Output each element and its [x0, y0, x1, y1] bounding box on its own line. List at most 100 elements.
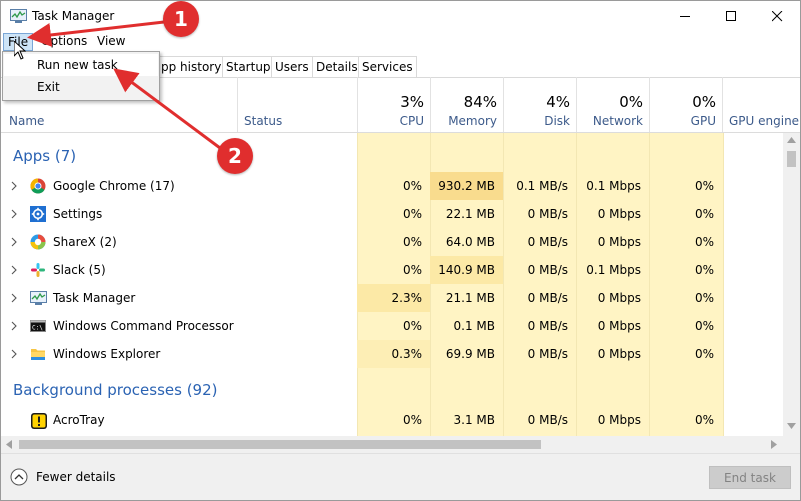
close-button[interactable]: [754, 1, 800, 31]
cell-gpu: 0%: [694, 291, 714, 305]
horizontal-scroll-thumb[interactable]: [19, 440, 541, 449]
scroll-right-icon[interactable]: [771, 440, 777, 449]
process-table: Apps (7) Google Chrome (17) 0% 930.2 MB 0.1…: [1, 133, 782, 436]
column-disk-label: Disk: [544, 114, 570, 128]
scrollbar-corner: [783, 436, 800, 453]
tab-startup[interactable]: Startup: [222, 56, 275, 77]
folder-icon: [30, 346, 46, 362]
table-row[interactable]: Google Chrome (17) 0% 930.2 MB 0.1 MB/s 0.1 …: [1, 172, 782, 200]
mouse-cursor-icon: [14, 41, 26, 60]
column-status-label: Status: [244, 114, 283, 128]
network-total: 0%: [619, 93, 643, 111]
cell-cpu: 0%: [402, 235, 422, 249]
column-memory-label: Memory: [448, 114, 497, 128]
cell-gpu: 0%: [694, 207, 714, 221]
cell-gpu: 0%: [694, 235, 714, 249]
chevron-up-circle-icon[interactable]: [10, 468, 28, 486]
fewer-details-link[interactable]: Fewer details: [36, 470, 116, 484]
menu-options[interactable]: Options: [37, 32, 91, 50]
cell-gpu: 0%: [694, 413, 714, 427]
chevron-right-icon[interactable]: [9, 209, 19, 219]
maximize-button[interactable]: [708, 1, 754, 31]
process-name: AcroTray: [53, 413, 105, 427]
sharex-icon: [30, 234, 46, 250]
cell-disk: 0 MB/s: [527, 207, 568, 221]
chrome-icon: [30, 178, 46, 194]
column-gpu-engine[interactable]: GPU engine: [722, 77, 800, 132]
vertical-scroll-thumb[interactable]: [787, 151, 796, 167]
process-name: Task Manager: [53, 291, 136, 305]
process-name: ShareX (2): [53, 235, 117, 249]
maximize-icon: [725, 10, 736, 21]
tab-services[interactable]: Services: [358, 56, 417, 77]
column-network-label: Network: [592, 114, 643, 128]
cell-gpu: 0%: [694, 319, 714, 333]
cell-disk: 0 MB/s: [527, 235, 568, 249]
tab-details[interactable]: Details: [312, 56, 362, 77]
table-row[interactable]: Task Manager 2.3% 21.1 MB 0 MB/s 0 Mbps 0%: [1, 284, 782, 312]
table-row[interactable]: AcroTray 0% 3.1 MB 0 MB/s 0 Mbps 0%: [1, 406, 782, 434]
scroll-left-icon[interactable]: [6, 440, 12, 449]
annotation-badge-1: 1: [163, 1, 199, 37]
column-cpu[interactable]: 3% CPU: [357, 77, 430, 132]
column-network[interactable]: 0% Network: [576, 77, 649, 132]
cell-network: 0 Mbps: [597, 207, 641, 221]
cell-disk: 0 MB/s: [527, 319, 568, 333]
process-name: Windows Command Processor: [53, 319, 234, 333]
cell-memory: 21.1 MB: [445, 291, 495, 305]
column-memory[interactable]: 84% Memory: [430, 77, 503, 132]
tab-users[interactable]: Users: [271, 56, 313, 77]
cpu-total: 3%: [400, 93, 424, 111]
chevron-right-icon[interactable]: [9, 265, 19, 275]
window-title: Task Manager: [32, 9, 115, 23]
table-row[interactable]: Windows Explorer 0.3% 69.9 MB 0 MB/s 0 Mbps 0…: [1, 340, 782, 368]
cell-gpu: 0%: [694, 179, 714, 193]
menu-item-exit[interactable]: Exit: [4, 76, 158, 98]
horizontal-scrollbar[interactable]: [1, 436, 783, 453]
task-manager-app-icon: [10, 9, 27, 23]
column-gpu-label: GPU: [690, 114, 716, 128]
title-bar[interactable]: Task Manager: [1, 1, 800, 31]
cell-memory: 64.0 MB: [445, 235, 495, 249]
column-disk[interactable]: 4% Disk: [503, 77, 576, 132]
group-header-apps[interactable]: Apps (7): [1, 140, 782, 172]
menu-item-run-new-task[interactable]: Run new task: [4, 54, 158, 76]
table-row[interactable]: ShareX (2) 0% 64.0 MB 0 MB/s 0 Mbps 0%: [1, 228, 782, 256]
group-title-background: Background processes (92): [13, 381, 218, 399]
cell-disk: 0 MB/s: [527, 413, 568, 427]
column-gpu-engine-label: GPU engine: [729, 114, 800, 128]
scroll-up-icon[interactable]: [787, 137, 796, 143]
cell-memory: 22.1 MB: [445, 207, 495, 221]
cell-disk: 0 MB/s: [527, 347, 568, 361]
cell-network: 0 Mbps: [597, 235, 641, 249]
chevron-right-icon[interactable]: [9, 321, 19, 331]
scroll-down-icon[interactable]: [787, 423, 796, 429]
disk-total: 4%: [546, 93, 570, 111]
cell-disk: 0.1 MB/s: [516, 179, 568, 193]
cell-disk: 0 MB/s: [527, 263, 568, 277]
cell-network: 0 Mbps: [597, 319, 641, 333]
cell-gpu: 0%: [694, 263, 714, 277]
chevron-right-icon[interactable]: [9, 181, 19, 191]
gpu-total: 0%: [692, 93, 716, 111]
task-manager-icon: [30, 290, 47, 306]
chevron-right-icon[interactable]: [9, 237, 19, 247]
chevron-right-icon[interactable]: [9, 293, 19, 303]
end-task-button[interactable]: End task: [709, 466, 791, 489]
slack-icon: [30, 262, 46, 278]
column-status[interactable]: Status: [237, 77, 357, 132]
table-row[interactable]: Settings 0% 22.1 MB 0 MB/s 0 Mbps 0%: [1, 200, 782, 228]
cell-network: 0 Mbps: [597, 347, 641, 361]
group-header-background[interactable]: Background processes (92): [1, 374, 782, 406]
vertical-scrollbar[interactable]: [783, 133, 800, 436]
table-row[interactable]: Slack (5) 0% 140.9 MB 0 MB/s 0.1 Mbps 0%: [1, 256, 782, 284]
table-row[interactable]: C:\ Windows Command Processor 0% 0.1 MB 0 MB…: [1, 312, 782, 340]
menu-view[interactable]: View: [93, 32, 129, 50]
menu-bar: File Options View: [1, 31, 800, 51]
column-cpu-label: CPU: [399, 114, 424, 128]
minimize-button[interactable]: [662, 1, 708, 31]
tab-app-history[interactable]: pp history: [157, 56, 226, 77]
group-title-apps: Apps (7): [13, 147, 77, 165]
chevron-right-icon[interactable]: [9, 349, 19, 359]
column-gpu[interactable]: 0% GPU: [649, 77, 722, 132]
